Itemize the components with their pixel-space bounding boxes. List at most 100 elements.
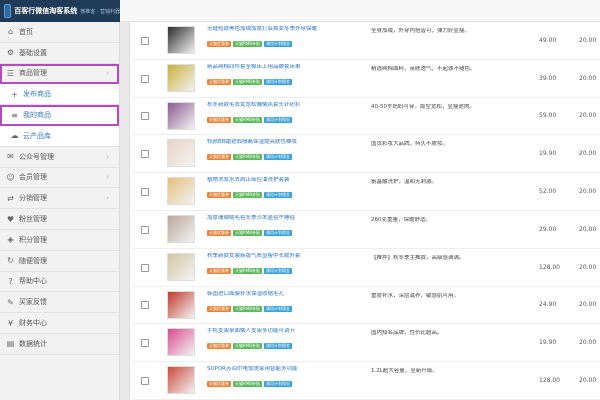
sidebar-scrollbar[interactable] xyxy=(120,22,130,400)
row-checkbox[interactable] xyxy=(141,150,149,159)
row-checkbox[interactable] xyxy=(141,36,149,45)
sidebar-item-12[interactable]: ? 帮助中心 xyxy=(0,272,119,293)
sidebar-item-2[interactable]: ☰ 商品管理 › xyxy=(0,63,119,85)
sidebar-item-6[interactable]: ✉ 公众号管理 › xyxy=(0,147,119,168)
plus-icon: + xyxy=(11,89,18,99)
tag-badge: 天猫RMB补贴 xyxy=(233,192,262,199)
feedback-icon: ✎ xyxy=(7,297,14,307)
app-title: 百客行微信淘客系统 xyxy=(14,7,78,15)
product-thumbnail[interactable] xyxy=(167,63,195,92)
tag-badge: 通用计划佣金 xyxy=(263,343,292,350)
row-checkbox[interactable] xyxy=(141,263,149,272)
sidebar-item-label: 发布商品 xyxy=(23,90,51,99)
row-checkbox[interactable] xyxy=(141,188,149,197)
row-checkbox[interactable] xyxy=(141,225,149,234)
tag-badge: 天猫优惠券 xyxy=(207,305,231,312)
product-thumbnail[interactable] xyxy=(167,139,195,168)
commission-rate: 20.00 xyxy=(579,339,597,347)
product-title-link[interactable]: 植物洗发水去屑止痒控油洗护套装 xyxy=(207,177,357,184)
product-price: 59.00 xyxy=(539,112,557,120)
finance-icon: ¥ xyxy=(7,318,14,328)
sidebar-item-label: 帮助中心 xyxy=(19,277,47,286)
tag-badge: 天猫优惠券 xyxy=(207,78,231,85)
tag-badge: 天猫RMB补贴 xyxy=(233,381,262,388)
product-thumbnail[interactable] xyxy=(167,328,195,357)
table-row: 无缝短款黑色加绒加厚打底裤女冬季外穿保暖 天猫优惠券 天猫RMB补贴 通用计划佣金 全身… xyxy=(131,22,600,60)
sidebar-item-label: 基础设置 xyxy=(19,48,47,57)
commission-rate: 20.00 xyxy=(579,377,597,385)
sidebar-item-3[interactable]: + 发布商品 xyxy=(0,84,119,106)
logo[interactable]: 百客行微信淘客系统 微推客 · 营销利器 xyxy=(0,0,120,22)
commission-rate: 20.00 xyxy=(579,263,597,271)
sidebar-item-5[interactable]: ☁ 云产品库 xyxy=(0,125,119,147)
product-thumbnail[interactable] xyxy=(167,177,195,206)
cloud-icon: ☁ xyxy=(10,131,19,141)
product-title-link[interactable]: 新品纯棉四件套全棉床上用品被套床单 xyxy=(207,64,357,71)
row-checkbox[interactable] xyxy=(141,301,149,310)
product-thumbnail[interactable] xyxy=(167,366,195,395)
app-subtitle: 微推客 · 营销利器 xyxy=(80,8,120,15)
sidebar-item-13[interactable]: ✎ 买家反馈 xyxy=(0,292,119,314)
product-price: 49.00 xyxy=(539,36,557,44)
sidebar-item-15[interactable]: ▤ 数据统计 xyxy=(0,334,119,355)
product-title-link[interactable]: 秋冬新款毛衣女宽松慵懒风套头针织衫 xyxy=(207,102,357,109)
product-price: 128.00 xyxy=(539,377,560,385)
product-title-link[interactable]: 手机支架桌面懒人支架多功能可调节 xyxy=(207,328,357,335)
commission-rate: 20.00 xyxy=(579,74,597,82)
tag-badge: 通用计划佣金 xyxy=(263,154,292,161)
tag-badge: 通用计划佣金 xyxy=(263,267,292,274)
tag-badge: 天猫RMB补贴 xyxy=(233,154,262,161)
product-thumbnail[interactable] xyxy=(167,252,195,281)
product-title-link[interactable]: 加厚珊瑚绒毛毯冬季沙发盖毯午睡毯 xyxy=(207,215,357,222)
chevron-right-icon: › xyxy=(106,69,109,78)
product-title-link[interactable]: 秋季新款女装韩版气质显瘦中长款外套 xyxy=(207,253,357,260)
logo-icon xyxy=(4,4,12,18)
sidebar-item-11[interactable]: ↻ 随便管理 xyxy=(0,251,119,272)
table-row: SUPOR苏泊尔电饭煲家用智能多功能 天猫优惠券 天猫RMB补贴 通用计划佣金 1.2L… xyxy=(131,362,600,400)
commission-rate: 20.00 xyxy=(579,112,597,120)
sidebar-item-14[interactable]: ¥ 财务中心 xyxy=(0,313,119,334)
product-tags: 天猫优惠券 天猫RMB补贴 通用计划佣金 xyxy=(207,267,377,274)
commission-rate: 20.00 xyxy=(579,36,597,44)
tag-badge: 天猫优惠券 xyxy=(207,267,231,274)
product-title-link[interactable]: 无缝短款黑色加绒加厚打底裤女冬季外穿保暖 xyxy=(207,26,357,33)
row-checkbox[interactable] xyxy=(141,74,149,83)
product-tags: 天猫优惠券 天猫RMB补贴 通用计划佣金 xyxy=(207,305,377,312)
commission-rate: 20.00 xyxy=(579,225,597,233)
sidebar-item-7[interactable]: ☺ 会员管理 › xyxy=(0,168,119,189)
tag-badge: 通用计划佣金 xyxy=(263,192,292,199)
product-tags: 天猫优惠券 天猫RMB补贴 通用计划佣金 xyxy=(207,154,377,161)
tag-badge: 通用计划佣金 xyxy=(263,41,292,47)
product-description: 国货彩妆大品牌，持久不脱妆。 xyxy=(371,141,449,148)
product-title-link[interactable]: SUPOR苏泊尔电饭煲家用智能多功能 xyxy=(207,366,357,373)
product-title-link[interactable]: 修颜BB霜遮瑕隔离保湿提亮肤色裸妆 xyxy=(207,139,357,146)
product-thumbnail[interactable] xyxy=(167,101,195,130)
sidebar-item-8[interactable]: ⇄ 分销管理 › xyxy=(0,188,119,210)
list-icon: ☰ xyxy=(6,68,15,78)
row-checkbox[interactable] xyxy=(141,339,149,348)
stats-icon: ▤ xyxy=(6,339,15,349)
sidebar-item-9[interactable]: ♥ 粉丝管理 xyxy=(0,209,119,230)
sidebar-item-0[interactable]: ⌂ 首页 xyxy=(0,22,119,43)
product-thumbnail[interactable] xyxy=(167,26,195,54)
sidebar-item-10[interactable]: ◈ 积分管理 xyxy=(0,230,119,251)
sidebar-item-1[interactable]: ⚙ 基础设置 xyxy=(0,43,119,64)
product-title-link[interactable]: 韩国进口面膜补水保湿收缩毛孔 xyxy=(207,291,357,298)
sidebar: ⌂ 首页 ⚙ 基础设置 ☰ 商品管理 › + 发布商品 ≡ 我的商品 ☁ 云产品库 ✉ 公众号管理 › ☺ 会员管… xyxy=(0,22,120,400)
sidebar-item-label: 买家反馈 xyxy=(19,298,47,307)
product-thumbnail[interactable] xyxy=(167,215,195,243)
product-thumbnail[interactable] xyxy=(167,290,195,319)
sidebar-item-4[interactable]: ≡ 我的商品 xyxy=(0,105,119,126)
help-icon: ? xyxy=(8,276,13,286)
product-description: 国内知名品牌，性价比超高。 xyxy=(371,330,443,337)
tag-badge: 通用计划佣金 xyxy=(263,381,292,388)
row-checkbox[interactable] xyxy=(141,112,149,121)
tag-badge: 天猫优惠券 xyxy=(207,192,231,199)
product-price: 19.90 xyxy=(539,150,557,158)
tag-badge: 通用计划佣金 xyxy=(263,116,292,123)
sidebar-item-label: 云产品库 xyxy=(23,131,51,140)
users-icon: ☺ xyxy=(6,172,15,182)
product-price: 128.00 xyxy=(539,263,560,271)
row-checkbox[interactable] xyxy=(141,377,149,386)
product-description: 全身加绒，外穿内搭皆可，弹力好显瘦。 xyxy=(371,28,471,34)
